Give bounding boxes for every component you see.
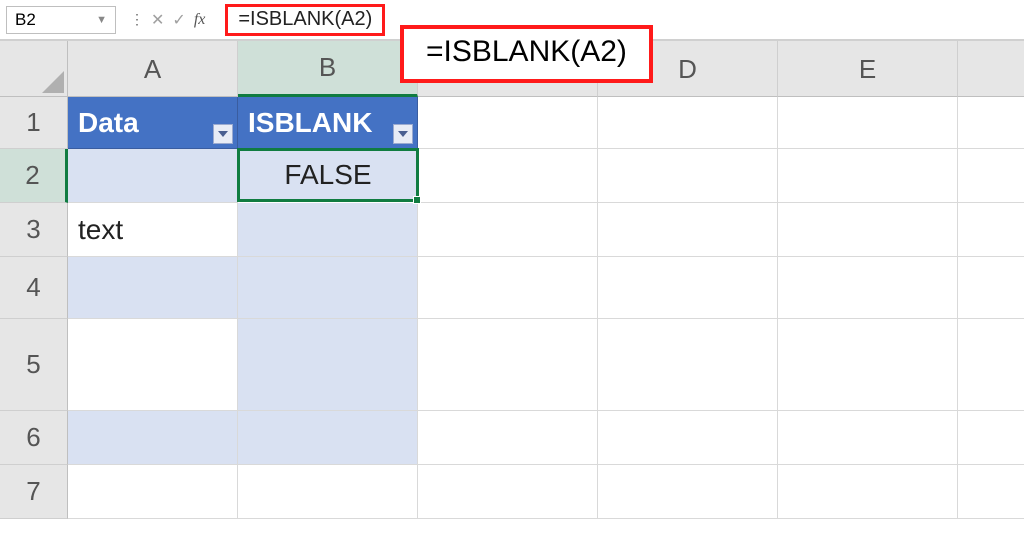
more-icon[interactable]: ⋮: [130, 11, 143, 28]
col-header-b[interactable]: B: [238, 41, 418, 97]
cell-e1[interactable]: [778, 97, 958, 149]
cell-b2[interactable]: FALSE: [237, 148, 419, 202]
cell-f6[interactable]: [958, 411, 1024, 465]
chevron-down-icon: ▼: [96, 14, 107, 26]
cell-value: text: [78, 214, 123, 246]
fill-handle[interactable]: [413, 196, 421, 204]
row-header-3[interactable]: 3: [0, 203, 68, 257]
cell-f1[interactable]: [958, 97, 1024, 149]
cell-d5[interactable]: [598, 319, 778, 411]
cell-c2[interactable]: [418, 149, 598, 203]
name-box[interactable]: B2 ▼: [6, 6, 116, 34]
col-header-a[interactable]: A: [68, 41, 238, 97]
cell-f3[interactable]: [958, 203, 1024, 257]
formula-bar-buttons: ⋮ ✕ ✓ fx: [122, 10, 219, 30]
cell-a4[interactable]: [68, 257, 238, 319]
cell-e4[interactable]: [778, 257, 958, 319]
cell-e2[interactable]: [778, 149, 958, 203]
row-header-1[interactable]: 1: [0, 97, 68, 149]
table-header-data[interactable]: Data: [68, 97, 238, 149]
cell-f4[interactable]: [958, 257, 1024, 319]
cell-b3[interactable]: [238, 203, 418, 257]
cell-a2[interactable]: [68, 149, 238, 203]
cell-e7[interactable]: [778, 465, 958, 519]
enter-icon[interactable]: ✓: [172, 10, 185, 30]
name-box-value: B2: [15, 10, 36, 30]
col-header-e[interactable]: E: [778, 41, 958, 97]
cell-c7[interactable]: [418, 465, 598, 519]
cell-d7[interactable]: [598, 465, 778, 519]
formula-text: =ISBLANK(A2): [225, 4, 385, 36]
cell-c4[interactable]: [418, 257, 598, 319]
select-all-corner[interactable]: [0, 41, 68, 97]
cell-d6[interactable]: [598, 411, 778, 465]
cell-d3[interactable]: [598, 203, 778, 257]
cell-a6[interactable]: [68, 411, 238, 465]
cell-b7[interactable]: [238, 465, 418, 519]
cell-a7[interactable]: [68, 465, 238, 519]
cell-c6[interactable]: [418, 411, 598, 465]
cell-e6[interactable]: [778, 411, 958, 465]
cell-d4[interactable]: [598, 257, 778, 319]
row-header-2[interactable]: 2: [0, 149, 68, 203]
row-header-6[interactable]: 6: [0, 411, 68, 465]
filter-icon[interactable]: [213, 124, 233, 144]
cell-b4[interactable]: [238, 257, 418, 319]
filter-icon[interactable]: [393, 124, 413, 144]
table-header-label: Data: [78, 107, 139, 139]
table-header-label: ISBLANK: [248, 107, 372, 139]
cell-d2[interactable]: [598, 149, 778, 203]
spreadsheet-grid: A B C D E 1 Data ISBLANK 2 FALSE 3 text …: [0, 40, 1024, 519]
fx-icon[interactable]: fx: [194, 11, 206, 29]
row-header-7[interactable]: 7: [0, 465, 68, 519]
row-header-5[interactable]: 5: [0, 319, 68, 411]
formula-callout: =ISBLANK(A2): [400, 25, 653, 83]
cell-c1[interactable]: [418, 97, 598, 149]
cell-a3[interactable]: text: [68, 203, 238, 257]
cell-d1[interactable]: [598, 97, 778, 149]
cell-f5[interactable]: [958, 319, 1024, 411]
cell-f7[interactable]: [958, 465, 1024, 519]
row-header-4[interactable]: 4: [0, 257, 68, 319]
cell-e3[interactable]: [778, 203, 958, 257]
cell-b5[interactable]: [238, 319, 418, 411]
cell-a5[interactable]: [68, 319, 238, 411]
cell-c5[interactable]: [418, 319, 598, 411]
cell-b6[interactable]: [238, 411, 418, 465]
cell-f2[interactable]: [958, 149, 1024, 203]
cancel-icon[interactable]: ✕: [151, 10, 164, 30]
cell-value: FALSE: [284, 159, 371, 191]
col-header-extra[interactable]: [958, 41, 1024, 97]
table-header-isblank[interactable]: ISBLANK: [238, 97, 418, 149]
cell-c3[interactable]: [418, 203, 598, 257]
cell-e5[interactable]: [778, 319, 958, 411]
